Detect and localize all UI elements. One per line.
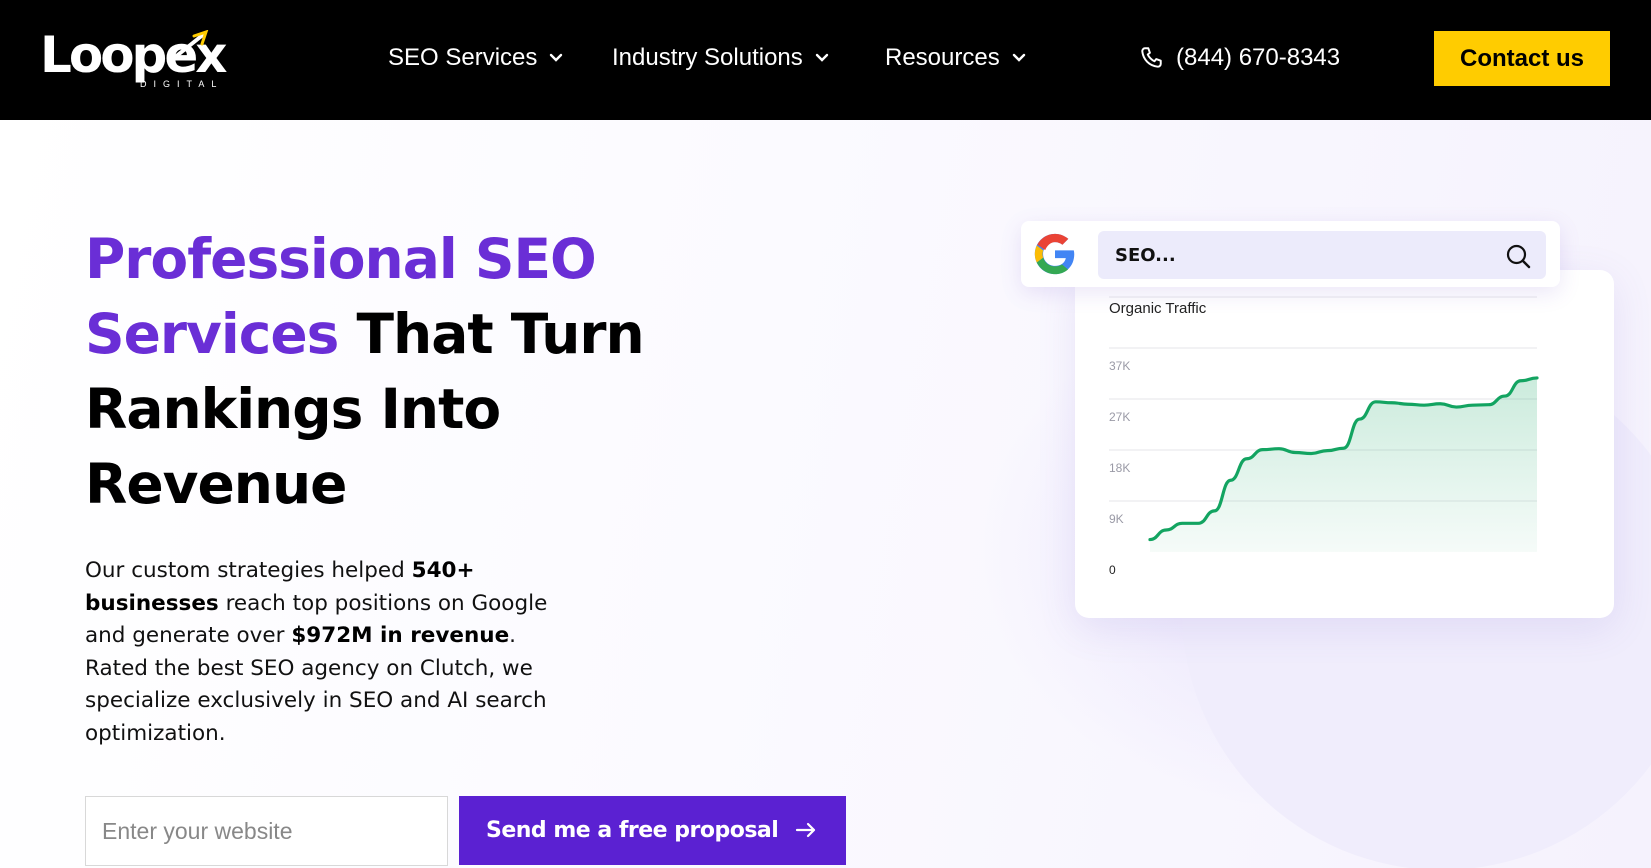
nav-label: Industry Solutions <box>612 44 803 71</box>
hero-headline: Professional SEO Services That Turn Rank… <box>85 222 705 522</box>
y-tick-label: 9K <box>1109 512 1124 526</box>
chevron-down-icon <box>815 53 828 62</box>
search-field[interactable]: SEO... <box>1098 231 1546 279</box>
search-query: SEO... <box>1115 244 1176 266</box>
chart-title: Organic Traffic <box>1109 300 1207 317</box>
phone-number: (844) 670-8343 <box>1176 44 1341 71</box>
lead-text-1: Our custom strategies helped <box>85 558 412 583</box>
nav-resources[interactable]: Resources <box>885 40 1026 76</box>
logo-subtext: DIGITAL <box>140 79 224 89</box>
proposal-button-label: Send me a free proposal <box>486 818 779 843</box>
headline-part-1: That Turn <box>338 302 645 366</box>
nav-industry-solutions[interactable]: Industry Solutions <box>612 40 829 76</box>
headline-accent-2: Services <box>85 302 339 366</box>
google-search-widget: SEO... <box>1021 221 1560 287</box>
nav-label: SEO Services <box>388 44 538 71</box>
chart-y-ticks: 0 9K 18K 27K 37K <box>1109 359 1130 577</box>
loopex-logo[interactable]: Loopex DIGITAL <box>40 26 228 96</box>
hero-description: Our custom strategies helped 540+ busine… <box>85 555 585 750</box>
headline-accent-1: Professional SEO <box>85 227 597 291</box>
chevron-down-icon <box>1012 53 1025 62</box>
contact-us-button[interactable]: Contact us <box>1434 31 1610 86</box>
y-tick-label: 37K <box>1109 359 1130 373</box>
organic-traffic-chart: Organic Traffic 0 9K 18K 27K 37K <box>1109 296 1539 577</box>
lead-highlight-revenue: $972M in revenue <box>291 623 510 648</box>
google-logo-icon <box>1034 233 1075 275</box>
logo-swoosh-icon <box>172 30 209 60</box>
headline-part-3: Revenue <box>85 452 347 516</box>
send-proposal-button[interactable]: Send me a free proposal <box>459 796 846 865</box>
phone-icon <box>1141 47 1162 68</box>
headline-part-2: Rankings Into <box>85 377 501 441</box>
phone-link[interactable]: (844) 670-8343 <box>1138 40 1340 76</box>
search-icon[interactable] <box>1504 242 1532 270</box>
nav-seo-services[interactable]: SEO Services <box>388 40 563 76</box>
y-tick-label: 0 <box>1109 563 1116 577</box>
website-input[interactable] <box>85 796 448 866</box>
y-tick-label: 18K <box>1109 461 1130 475</box>
chevron-down-icon <box>550 53 563 62</box>
y-tick-label: 27K <box>1109 410 1130 424</box>
site-header: Loopex DIGITAL SEO Services Industry Sol… <box>0 0 1651 120</box>
arrow-right-icon <box>795 822 816 838</box>
organic-traffic-card: Organic Traffic 0 9K 18K 27K 37K <box>1075 270 1614 618</box>
nav-label: Resources <box>885 44 1000 71</box>
